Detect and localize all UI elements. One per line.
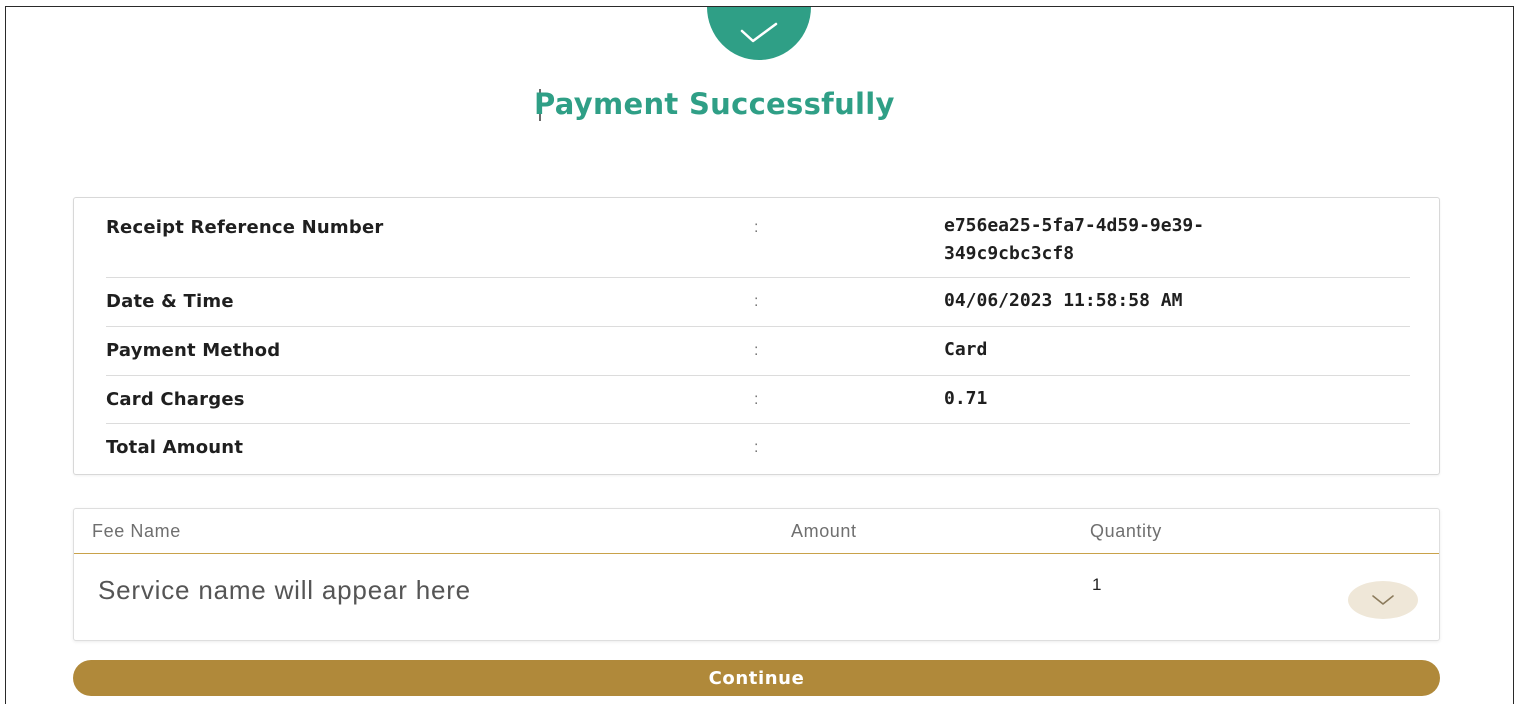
detail-value: 04/06/2023 11:58:58 AM (944, 290, 1183, 311)
detail-label: Date & Time (106, 291, 234, 312)
column-header-quantity: Quantity (1090, 521, 1162, 541)
continue-button[interactable]: Continue (73, 660, 1440, 696)
fee-name-cell: Service name will appear here (98, 575, 471, 605)
detail-row-method: Payment Method : Card (106, 327, 1410, 376)
page-title: Payment Successfully (534, 87, 895, 121)
fee-quantity-cell: 1 (1092, 575, 1102, 594)
page-frame: Payment Successfully Receipt Reference N… (5, 6, 1514, 704)
fees-table: Fee Name Amount Quantity Service name wi… (73, 508, 1440, 641)
column-header-fee-name: Fee Name (92, 521, 181, 541)
detail-value: Card (944, 339, 988, 360)
chevron-down-icon (1372, 595, 1394, 605)
success-badge (707, 7, 811, 60)
detail-value: 0.71 (944, 388, 988, 409)
detail-label: Receipt Reference Number (106, 217, 384, 238)
detail-separator: : (754, 293, 759, 310)
receipt-details-card: Receipt Reference Number : e756ea25-5fa7… (73, 197, 1440, 475)
detail-separator: : (754, 342, 759, 359)
detail-separator: : (754, 439, 759, 456)
detail-separator: : (754, 219, 759, 236)
detail-label: Card Charges (106, 389, 245, 410)
detail-row-total: Total Amount : (106, 424, 1410, 474)
detail-label: Total Amount (106, 437, 244, 458)
detail-label: Payment Method (106, 340, 281, 361)
detail-row-datetime: Date & Time : 04/06/2023 11:58:58 AM (106, 278, 1410, 327)
fees-table-header: Fee Name Amount Quantity (74, 509, 1439, 554)
detail-separator: : (754, 391, 759, 408)
expand-row-button[interactable] (1348, 581, 1418, 619)
column-header-amount: Amount (791, 521, 857, 541)
detail-row-card-charges: Card Charges : 0.71 (106, 376, 1410, 424)
check-icon (740, 22, 778, 42)
detail-row-reference: Receipt Reference Number : e756ea25-5fa7… (106, 198, 1410, 278)
detail-value: e756ea25-5fa7-4d59-9e39- 349c9cbc3cf8 (944, 215, 1205, 264)
